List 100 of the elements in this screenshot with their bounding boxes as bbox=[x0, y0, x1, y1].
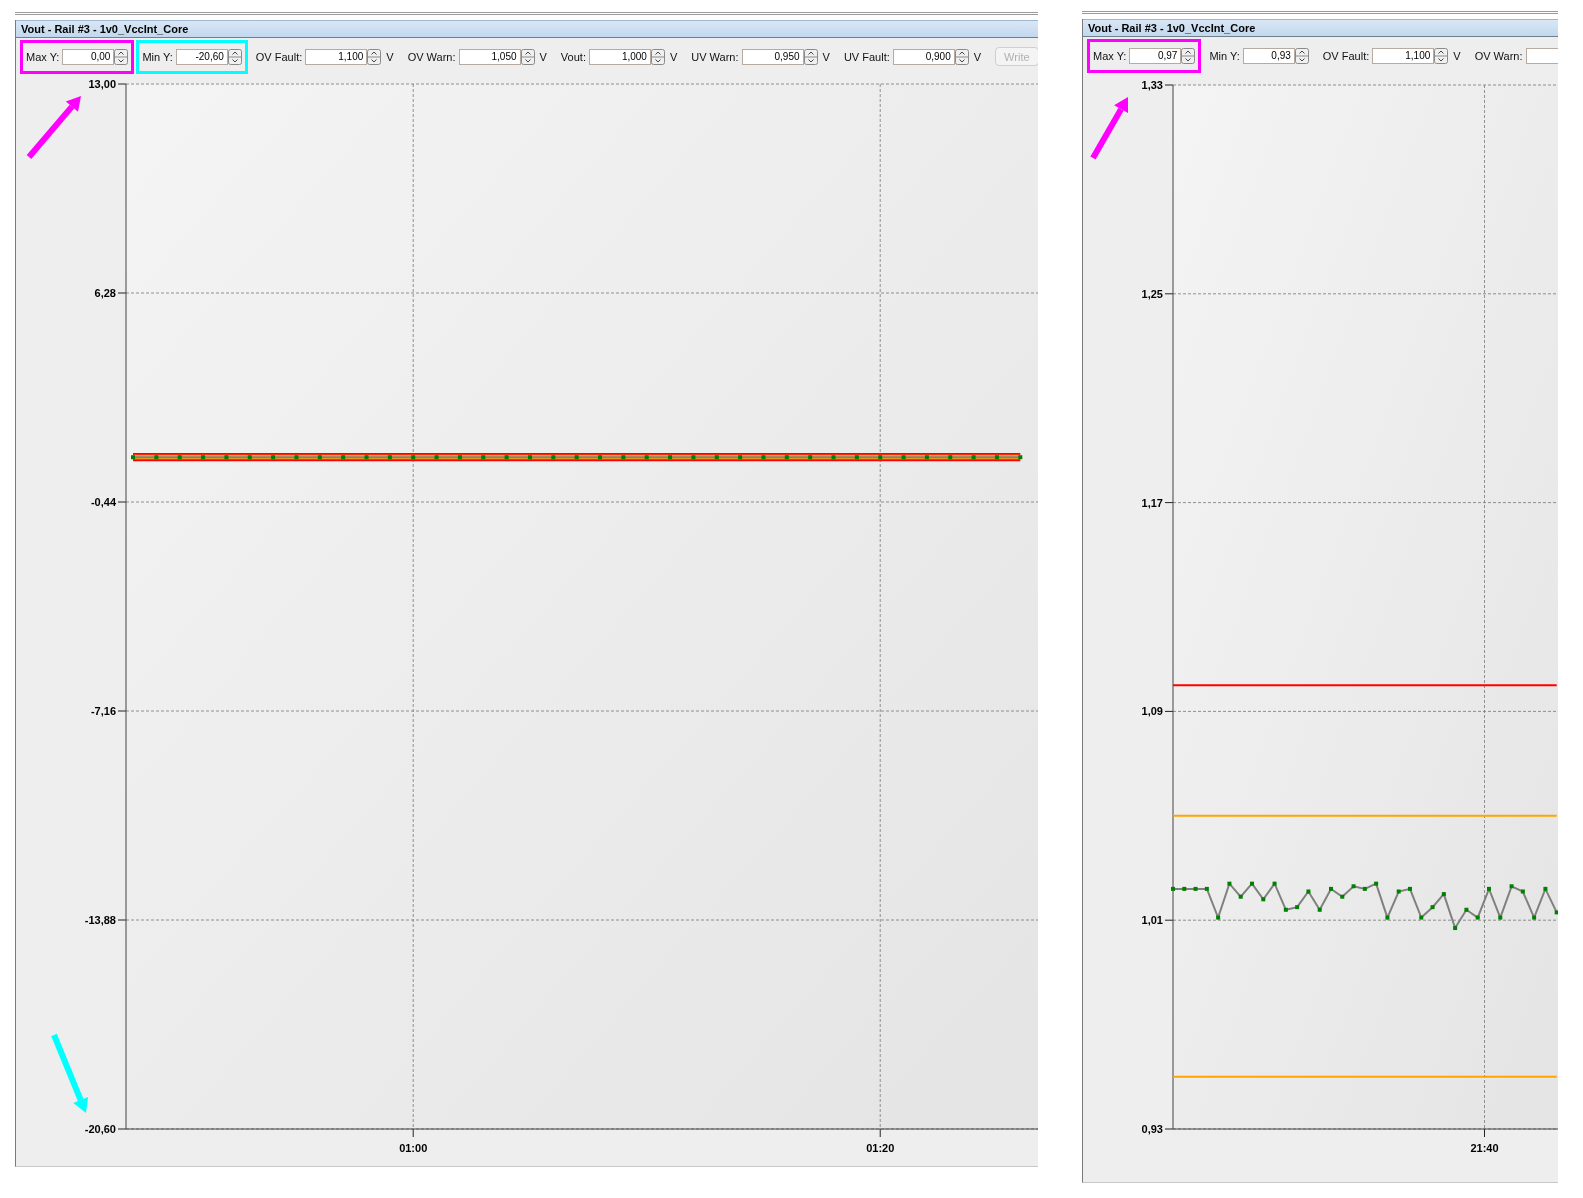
data-point bbox=[1543, 886, 1548, 891]
number-field[interactable]: 1,000 bbox=[588, 48, 651, 65]
number-field[interactable]: 1,100 bbox=[305, 48, 368, 65]
data-point bbox=[691, 455, 696, 460]
spin-button[interactable] bbox=[650, 48, 665, 65]
field-label: Vout: bbox=[560, 50, 586, 63]
field-label: OV Fault: bbox=[1322, 49, 1370, 62]
data-point bbox=[761, 455, 766, 460]
number-field[interactable]: 0,950 bbox=[741, 48, 804, 65]
unit-label: V bbox=[822, 50, 830, 63]
data-point bbox=[154, 455, 159, 460]
field-label: Min Y: bbox=[1209, 49, 1240, 62]
data-point bbox=[784, 455, 789, 460]
data-point bbox=[1430, 905, 1435, 910]
data-point bbox=[527, 455, 532, 460]
data-point bbox=[1295, 905, 1300, 910]
data-point bbox=[854, 455, 859, 460]
field-label: Min Y: bbox=[142, 50, 173, 63]
panel-title: Vout - Rail #3 - 1v0_VccInt_Core bbox=[1083, 19, 1558, 37]
data-point bbox=[1385, 915, 1390, 920]
number-field[interactable]: 1,050 bbox=[458, 48, 521, 65]
data-point bbox=[738, 455, 743, 460]
spin-button[interactable] bbox=[367, 48, 382, 65]
data-point bbox=[924, 455, 929, 460]
axis-label: 01:20 bbox=[866, 1142, 895, 1154]
data-point bbox=[1250, 881, 1254, 886]
spin-button[interactable] bbox=[803, 48, 818, 65]
data-point bbox=[948, 455, 953, 460]
data-point bbox=[971, 455, 976, 460]
data-point bbox=[901, 455, 906, 460]
unit-label: V bbox=[1453, 49, 1461, 62]
data-point bbox=[1351, 884, 1356, 889]
axis-label: -0,44 bbox=[90, 496, 116, 508]
field-label: OV Warn: bbox=[1474, 49, 1523, 62]
data-point bbox=[481, 455, 486, 460]
data-point bbox=[551, 455, 556, 460]
spin-button[interactable] bbox=[954, 48, 969, 65]
data-point bbox=[1453, 926, 1458, 931]
panel-title: Vout - Rail #3 - 1v0_VccInt_Core bbox=[16, 20, 1038, 38]
data-point bbox=[1554, 910, 1558, 915]
data-point bbox=[387, 455, 392, 460]
data-point bbox=[1509, 884, 1514, 889]
data-point bbox=[364, 455, 369, 460]
spin-button[interactable] bbox=[1434, 47, 1449, 64]
spin-button[interactable] bbox=[1294, 47, 1309, 64]
data-point bbox=[1193, 886, 1198, 891]
spin-button[interactable] bbox=[114, 48, 129, 65]
field-label: Max Y: bbox=[1093, 49, 1127, 62]
spin-button[interactable] bbox=[1181, 47, 1196, 64]
data-point bbox=[1408, 886, 1412, 891]
axis-label: 6,28 bbox=[94, 287, 116, 299]
data-point bbox=[1227, 881, 1232, 886]
data-point bbox=[994, 455, 999, 460]
data-point bbox=[247, 455, 252, 460]
data-point bbox=[621, 455, 626, 460]
unit-label: V bbox=[973, 50, 982, 63]
axis-label: 01:00 bbox=[399, 1142, 428, 1154]
number-field[interactable]: 0,97 bbox=[1129, 47, 1182, 64]
data-point bbox=[131, 455, 135, 460]
data-point bbox=[434, 455, 439, 460]
axis-label: 1,17 bbox=[1141, 496, 1163, 509]
data-point bbox=[668, 455, 673, 460]
data-point bbox=[1340, 894, 1345, 899]
data-point bbox=[1261, 897, 1266, 902]
data-point bbox=[598, 455, 602, 460]
axis-label: 1,09 bbox=[1141, 705, 1163, 718]
data-point bbox=[1306, 889, 1311, 894]
axis-label: 13,00 bbox=[88, 78, 116, 90]
data-point bbox=[1238, 894, 1243, 899]
data-point bbox=[1216, 915, 1221, 920]
field-label: OV Warn: bbox=[407, 50, 456, 63]
spin-button[interactable] bbox=[227, 48, 242, 65]
data-point bbox=[831, 455, 836, 460]
unit-label: V bbox=[539, 50, 547, 63]
spin-button[interactable] bbox=[520, 48, 535, 65]
number-field[interactable]: 0,00 bbox=[62, 48, 115, 65]
data-point bbox=[1487, 886, 1491, 891]
data-point bbox=[177, 455, 182, 460]
data-point bbox=[808, 455, 813, 460]
number-field[interactable]: 0,93 bbox=[1242, 47, 1295, 64]
number-field[interactable]: 0,900 bbox=[892, 48, 955, 65]
axis-label: -20,60 bbox=[84, 1123, 116, 1135]
data-point bbox=[341, 455, 346, 460]
data-point bbox=[271, 455, 276, 460]
unit-label: V bbox=[386, 50, 394, 63]
number-field[interactable]: -20,60 bbox=[175, 48, 228, 65]
axis-label: -13,88 bbox=[84, 914, 116, 926]
axis-label: 21:40 bbox=[1470, 1142, 1499, 1154]
number-field[interactable]: 1,100 bbox=[1372, 47, 1435, 64]
data-point bbox=[1283, 907, 1288, 912]
data-point bbox=[1171, 886, 1175, 891]
axis-label: -7,16 bbox=[90, 705, 116, 717]
data-point bbox=[1329, 886, 1333, 891]
data-point bbox=[201, 455, 206, 460]
data-point bbox=[1182, 886, 1187, 891]
data-point bbox=[1362, 886, 1367, 891]
data-point bbox=[1464, 907, 1469, 912]
axis-label: 1,01 bbox=[1141, 914, 1163, 927]
data-point bbox=[714, 455, 719, 460]
field-label: Max Y: bbox=[26, 50, 60, 63]
